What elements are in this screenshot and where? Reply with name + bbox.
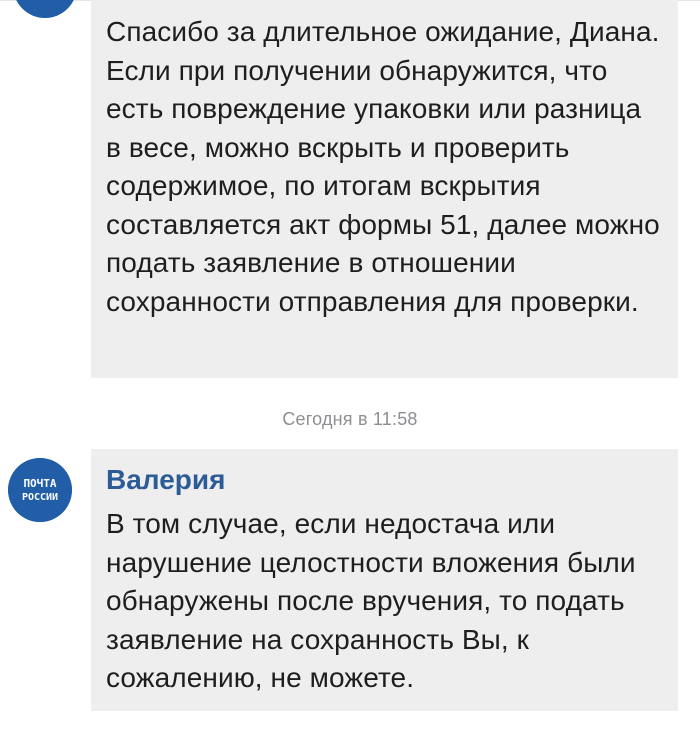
message-text: В том случае, если недостача или нарушен… — [106, 508, 636, 693]
sender-avatar[interactable]: ПОЧТА РОССИИ — [8, 458, 72, 522]
logo-text-line1: ПОЧТА — [23, 477, 56, 490]
sender-name: Валерия — [106, 464, 226, 495]
message-bubble[interactable]: Спасибо за длительное ожидание, Диана. Е… — [91, 0, 678, 378]
logo-text-line2: РОССИИ — [22, 492, 58, 503]
message-text: Спасибо за длительное ожидание, Диана. Е… — [106, 16, 660, 317]
pochta-logo-icon: ПОЧТА РОССИИ — [8, 458, 72, 522]
message-bubble[interactable]: Валерия В том случае, если недостача или… — [91, 449, 678, 711]
message-timestamp: Сегодня в 11:58 — [282, 409, 418, 429]
sender-avatar[interactable] — [13, 0, 77, 18]
